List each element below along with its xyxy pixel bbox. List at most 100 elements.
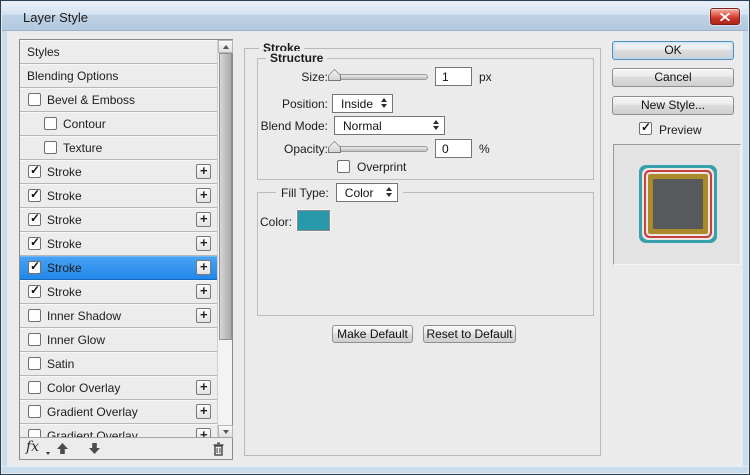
structure-group-title: Structure <box>266 51 327 65</box>
effect-label: Gradient Overlay <box>47 405 138 419</box>
effects-list-item[interactable]: Stroke <box>20 256 232 280</box>
size-slider-thumb[interactable] <box>328 69 341 81</box>
color-label: Color: <box>245 215 292 229</box>
effect-checkbox[interactable] <box>28 237 41 250</box>
effects-list-item[interactable]: Inner Shadow <box>20 304 232 328</box>
effects-list-item[interactable]: Styles <box>20 40 232 64</box>
effects-list: Styles Blending Options Bevel & Emboss Cont… <box>20 40 232 438</box>
effects-list-item[interactable]: Stroke <box>20 232 232 256</box>
effect-checkbox[interactable] <box>44 141 57 154</box>
add-effect-button[interactable] <box>196 188 211 203</box>
size-unit: px <box>479 70 492 84</box>
scroll-up-button[interactable] <box>218 40 233 53</box>
add-effect-button[interactable] <box>196 308 211 323</box>
effect-label: Contour <box>63 117 106 131</box>
move-effect-up-button[interactable] <box>56 442 69 455</box>
effect-label: Blending Options <box>27 69 118 83</box>
effect-checkbox[interactable] <box>28 261 41 274</box>
arrow-up-icon <box>223 45 229 49</box>
overprint-label: Overprint <box>357 160 406 174</box>
fx-caret-icon <box>46 452 50 455</box>
add-effect-button[interactable] <box>196 212 211 227</box>
effect-label: Stroke <box>47 237 82 251</box>
make-default-button[interactable]: Make Default <box>332 325 413 343</box>
effect-label: Inner Glow <box>47 333 105 347</box>
effects-list-item[interactable]: Contour <box>20 112 232 136</box>
fx-menu-button[interactable]: fx <box>26 439 39 455</box>
preview-label: Preview <box>659 123 702 137</box>
effect-checkbox[interactable] <box>28 333 41 346</box>
effects-list-item[interactable]: Color Overlay <box>20 376 232 400</box>
effect-checkbox[interactable] <box>28 285 41 298</box>
overprint-checkbox[interactable] <box>337 160 350 173</box>
effect-label: Stroke <box>47 213 82 227</box>
effect-checkbox[interactable] <box>28 309 41 322</box>
add-effect-button[interactable] <box>196 380 211 395</box>
effect-checkbox[interactable] <box>28 357 41 370</box>
effects-list-item[interactable]: Gradient Overlay <box>20 400 232 424</box>
effects-list-item[interactable]: Gradient Overlay <box>20 424 232 438</box>
effects-list-item[interactable]: Stroke <box>20 160 232 184</box>
fill-type-value: Color <box>345 186 374 200</box>
effect-label: Inner Shadow <box>47 309 121 323</box>
effect-label: Stroke <box>47 189 82 203</box>
effects-scrollbar[interactable] <box>217 40 232 438</box>
effects-list-item[interactable]: Bevel & Emboss <box>20 88 232 112</box>
position-select[interactable]: Inside <box>332 94 393 113</box>
size-slider[interactable] <box>330 74 428 80</box>
effect-checkbox[interactable] <box>28 189 41 202</box>
effect-label: Stroke <box>47 261 82 275</box>
add-effect-button[interactable] <box>196 164 211 179</box>
delete-effect-button[interactable] <box>212 442 225 456</box>
stroke-options-panel: Stroke Structure Size: 1 px Position: In… <box>244 48 601 456</box>
stroke-color-swatch[interactable] <box>297 210 330 231</box>
fill-type-label: Fill Type: <box>281 186 329 200</box>
position-label: Position: <box>245 97 328 111</box>
opacity-label: Opacity: <box>245 142 328 156</box>
opacity-slider-thumb[interactable] <box>328 141 341 153</box>
effect-label: Texture <box>63 141 102 155</box>
spinner-icon <box>381 98 387 108</box>
effects-listbox: Styles Blending Options Bevel & Emboss Cont… <box>19 39 233 460</box>
add-effect-button[interactable] <box>196 236 211 251</box>
effect-checkbox[interactable] <box>28 165 41 178</box>
new-style-button[interactable]: New Style... <box>612 96 734 115</box>
effect-label: Bevel & Emboss <box>47 93 135 107</box>
opacity-slider[interactable] <box>330 146 428 152</box>
effect-checkbox[interactable] <box>28 213 41 226</box>
cancel-button[interactable]: Cancel <box>612 68 734 87</box>
size-input[interactable]: 1 <box>435 67 472 86</box>
effect-checkbox[interactable] <box>28 93 41 106</box>
blend-mode-label: Blend Mode: <box>245 119 328 133</box>
close-button[interactable] <box>710 8 740 25</box>
add-effect-button[interactable] <box>196 260 211 275</box>
effect-label: Stroke <box>47 165 82 179</box>
reset-to-default-button[interactable]: Reset to Default <box>423 325 516 343</box>
effect-label: Stroke <box>47 285 82 299</box>
fill-type-select[interactable]: Color <box>336 183 398 202</box>
spinner-icon <box>386 187 392 197</box>
effects-list-item[interactable]: Stroke <box>20 184 232 208</box>
blend-mode-select[interactable]: Normal <box>334 116 445 135</box>
effects-list-item[interactable]: Blending Options <box>20 64 232 88</box>
effects-list-item[interactable]: Stroke <box>20 208 232 232</box>
scroll-thumb[interactable] <box>219 53 232 340</box>
preview-panel <box>613 144 741 265</box>
preview-checkbox[interactable] <box>639 122 652 135</box>
size-label: Size: <box>245 70 328 84</box>
effect-checkbox[interactable] <box>44 117 57 130</box>
effects-list-item[interactable]: Inner Glow <box>20 328 232 352</box>
window-frame <box>2 466 748 473</box>
add-effect-button[interactable] <box>196 404 211 419</box>
effects-list-item[interactable]: Satin <box>20 352 232 376</box>
add-effect-button[interactable] <box>196 284 211 299</box>
effects-list-item[interactable]: Stroke <box>20 280 232 304</box>
move-effect-down-button[interactable] <box>88 442 101 455</box>
effects-list-item[interactable]: Texture <box>20 136 232 160</box>
window-frame <box>743 31 748 466</box>
ok-button[interactable]: OK <box>612 41 734 60</box>
effect-checkbox[interactable] <box>28 381 41 394</box>
effect-label: Color Overlay <box>47 381 120 395</box>
effect-checkbox[interactable] <box>28 405 41 418</box>
opacity-input[interactable]: 0 <box>435 139 472 158</box>
